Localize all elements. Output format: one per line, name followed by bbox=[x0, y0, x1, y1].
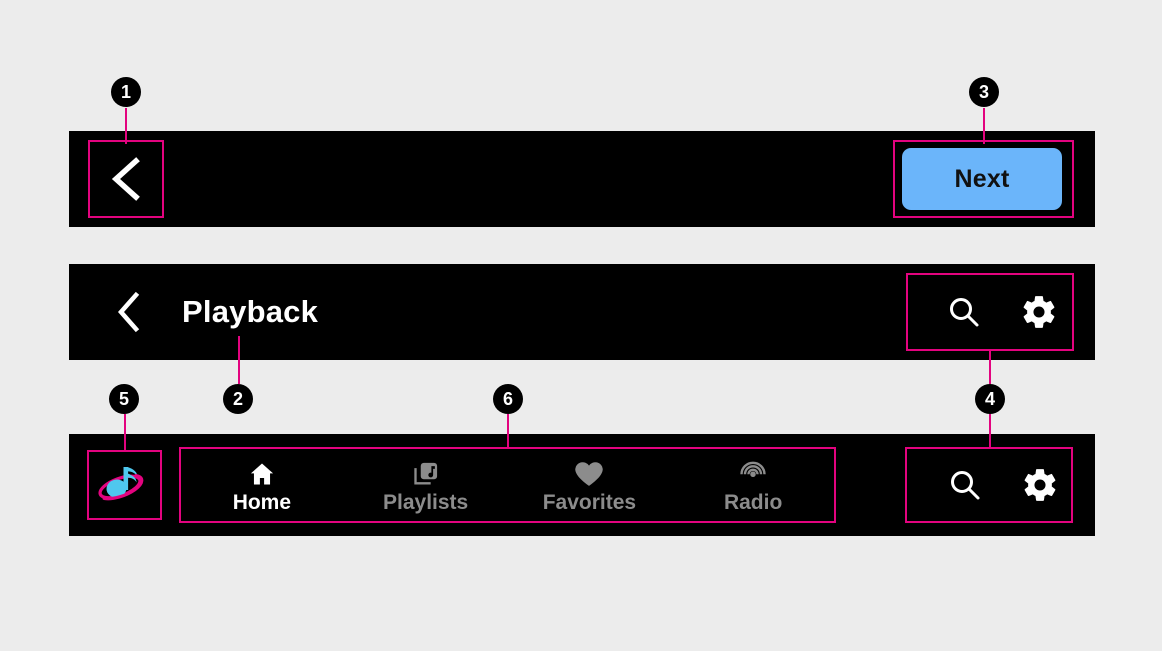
tab-item-radio[interactable]: Radio bbox=[671, 447, 835, 523]
callout-badge-3: 3 bbox=[969, 77, 999, 107]
tab-item-home[interactable]: Home bbox=[180, 447, 344, 523]
annotated-ui-stage: Next Playback Home Playlists Favorites R… bbox=[0, 0, 1162, 651]
home-icon bbox=[247, 458, 277, 488]
callout-badge-5: 5 bbox=[109, 384, 139, 414]
tab-label: Favorites bbox=[542, 490, 637, 514]
chevron-left-icon bbox=[117, 291, 140, 333]
nav-actions-group bbox=[926, 272, 1076, 352]
tab-item-favorites[interactable]: Favorites bbox=[508, 447, 672, 523]
tab-item-playlists[interactable]: Playlists bbox=[344, 447, 508, 523]
search-icon bbox=[950, 471, 979, 500]
callout-badge-1: 1 bbox=[111, 77, 141, 107]
settings-button[interactable] bbox=[1014, 287, 1064, 337]
settings-button[interactable] bbox=[1015, 460, 1065, 510]
tab-label: Radio bbox=[723, 490, 783, 514]
chevron-left-icon bbox=[111, 157, 140, 201]
nav-back-button[interactable] bbox=[107, 290, 151, 334]
callout-badge-6: 6 bbox=[493, 384, 523, 414]
heart-icon bbox=[574, 458, 604, 488]
navigation-bar: Playback bbox=[69, 264, 1095, 360]
bottom-tab-bar: Home Playlists Favorites Radio bbox=[69, 434, 1095, 536]
search-icon bbox=[949, 298, 978, 327]
search-button[interactable] bbox=[940, 460, 990, 510]
tab-label: Home bbox=[232, 490, 292, 514]
playlists-icon bbox=[412, 458, 440, 488]
tab-label: Playlists bbox=[383, 490, 469, 514]
page-title: Playback bbox=[182, 294, 319, 329]
next-button[interactable]: Next bbox=[902, 148, 1062, 210]
callout-badge-2: 2 bbox=[223, 384, 253, 414]
music-note-orbit-logo bbox=[98, 467, 144, 501]
tab-items-group: Home Playlists Favorites Radio bbox=[180, 447, 835, 523]
radio-broadcast-icon bbox=[738, 458, 768, 488]
top-back-button[interactable] bbox=[88, 140, 166, 218]
search-button[interactable] bbox=[939, 287, 989, 337]
callout-badge-4: 4 bbox=[975, 384, 1005, 414]
gear-icon bbox=[1023, 296, 1054, 328]
top-action-bar: Next bbox=[69, 131, 1095, 227]
gear-icon bbox=[1024, 469, 1055, 501]
tab-actions-group bbox=[927, 447, 1077, 523]
brand-logo-button[interactable] bbox=[87, 452, 153, 518]
